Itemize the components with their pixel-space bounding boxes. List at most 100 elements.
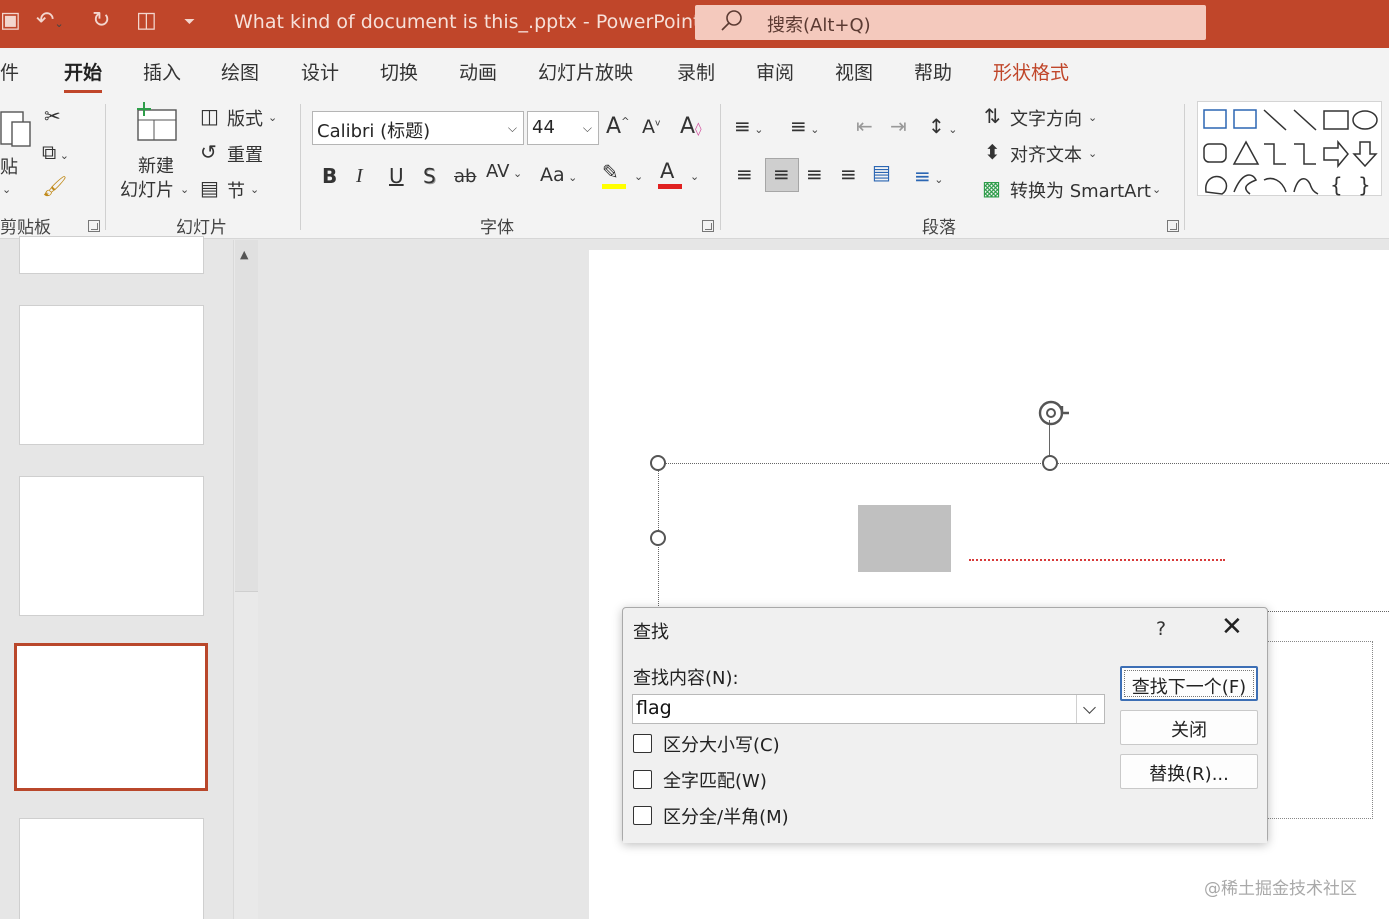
close-icon[interactable]: ✕ — [1221, 614, 1243, 640]
tab-shape-format[interactable]: 形状格式 — [993, 58, 1069, 85]
font-size-select[interactable]: 44 ⌵ — [527, 111, 599, 145]
smartart-button[interactable]: 转换为 SmartArt — [1010, 177, 1151, 203]
tab-design[interactable]: 设计 — [301, 58, 339, 85]
resize-handle[interactable] — [1042, 455, 1058, 471]
thumbnail-scrollbar[interactable]: ▲ — [233, 240, 258, 919]
slide-thumbnail[interactable] — [19, 305, 204, 445]
clear-formatting-icon[interactable]: A◊ — [680, 116, 702, 138]
replace-button[interactable]: 替换(R)... — [1120, 754, 1258, 789]
numbering-icon[interactable]: ≡ ⌄ — [790, 116, 819, 136]
cut-icon[interactable]: ✂ — [44, 106, 61, 126]
find-what-input[interactable]: flag — [632, 694, 1105, 724]
line-spacing-icon[interactable]: ↕ ⌄ — [928, 116, 957, 136]
match-case-label[interactable]: 区分大小写(C) — [663, 731, 780, 757]
slide-thumbnail[interactable] — [19, 236, 204, 274]
font-color-dropdown-icon[interactable]: ⌄ — [690, 171, 699, 182]
character-spacing-icon[interactable]: AV ⌄ — [486, 163, 522, 181]
strikethrough-icon[interactable]: ab — [454, 168, 476, 186]
whole-word-label[interactable]: 全字匹配(W) — [663, 767, 767, 793]
tab-file[interactable]: 件 — [0, 58, 19, 85]
tab-slideshow[interactable]: 幻灯片放映 — [538, 58, 633, 85]
highlight-dropdown-icon[interactable]: ⌄ — [634, 171, 643, 182]
paste-label[interactable]: 贴 — [0, 153, 18, 179]
image-placeholder[interactable] — [858, 505, 951, 572]
tab-draw[interactable]: 绘图 — [221, 58, 259, 85]
font-launcher-icon[interactable] — [702, 220, 714, 232]
distributed-icon[interactable]: ▤ — [872, 162, 891, 182]
align-right-icon[interactable]: ≡ — [806, 164, 823, 184]
smartart-dropdown-icon[interactable]: ⌄ — [1152, 183, 1161, 196]
section-icon[interactable]: ▤ — [200, 178, 219, 198]
slide-thumbnail-selected[interactable] — [14, 643, 208, 791]
font-color-icon[interactable]: A — [660, 161, 674, 182]
match-case-checkbox[interactable] — [633, 734, 652, 753]
paste-icon[interactable] — [0, 106, 32, 148]
save-icon[interactable]: ▣ — [0, 8, 21, 33]
highlight-icon[interactable]: ✎ — [602, 162, 619, 182]
redo-icon[interactable]: ↻ — [92, 8, 110, 33]
layout-dropdown-icon[interactable]: ⌄ — [268, 111, 277, 124]
text-direction-icon[interactable]: ⇅ — [984, 106, 1001, 126]
section-dropdown-icon[interactable]: ⌄ — [250, 183, 259, 196]
align-left-icon[interactable]: ≡ — [736, 164, 753, 184]
text-direction-button[interactable]: 文字方向 — [1010, 105, 1082, 131]
columns-icon[interactable]: ≡ ⌄ — [914, 166, 943, 186]
new-slide-icon[interactable] — [132, 102, 180, 144]
shapes-gallery[interactable]: { } — [1197, 101, 1389, 197]
layout-icon[interactable]: ◫ — [200, 106, 219, 126]
whole-word-checkbox[interactable] — [633, 770, 652, 789]
reset-icon[interactable]: ↺ — [200, 142, 217, 162]
title-placeholder-selection[interactable] — [658, 463, 1389, 612]
match-width-label[interactable]: 区分全/半角(M) — [663, 803, 789, 829]
tab-view[interactable]: 视图 — [835, 58, 873, 85]
resize-handle[interactable] — [650, 530, 666, 546]
shapes-gallery-scroll[interactable] — [1381, 101, 1389, 196]
search-box[interactable]: 搜索(Alt+Q) — [695, 5, 1206, 40]
smartart-icon[interactable]: ▩ — [982, 178, 1001, 198]
shrink-font-icon[interactable]: Av — [642, 118, 660, 137]
new-slide-dropdown-icon[interactable]: ⌄ — [180, 183, 189, 196]
scroll-up-icon[interactable]: ▲ — [240, 248, 248, 261]
tab-record[interactable]: 录制 — [677, 58, 715, 85]
align-text-dropdown-icon[interactable]: ⌄ — [1088, 147, 1097, 160]
underline-icon[interactable]: U — [389, 166, 404, 186]
paste-dropdown-icon[interactable]: ⌄ — [2, 183, 11, 196]
bullets-icon[interactable]: ≡ ⌄ — [734, 116, 763, 136]
scrollbar-track-upper[interactable] — [235, 240, 258, 592]
tab-review[interactable]: 审阅 — [756, 58, 794, 85]
slide-thumbnail[interactable] — [19, 476, 204, 616]
layout-button[interactable]: 版式 — [227, 105, 263, 131]
italic-icon[interactable]: I — [356, 166, 363, 186]
copy-icon[interactable]: ⧉ ⌄ — [42, 142, 69, 162]
align-text-icon[interactable]: ⬍ — [984, 142, 1001, 162]
font-name-select[interactable]: Calibri (标题) ⌵ — [312, 111, 524, 145]
tab-animations[interactable]: 动画 — [459, 58, 497, 85]
present-icon[interactable]: ◫ — [136, 8, 157, 33]
align-text-button[interactable]: 对齐文本 — [1010, 141, 1082, 167]
content-placeholder[interactable] — [1262, 641, 1373, 819]
tab-transitions[interactable]: 切换 — [380, 58, 418, 85]
new-slide-label-1[interactable]: 新建 — [138, 152, 174, 178]
decrease-indent-icon[interactable]: ⇤ — [856, 116, 873, 136]
increase-indent-icon[interactable]: ⇥ — [890, 116, 907, 136]
tab-home[interactable]: 开始 — [64, 58, 103, 93]
justify-icon[interactable]: ≡ — [840, 164, 857, 184]
section-button[interactable]: 节 — [227, 177, 245, 203]
help-button[interactable]: ? — [1156, 618, 1166, 640]
bold-icon[interactable]: B — [322, 166, 337, 186]
align-center-active[interactable]: ≡ — [765, 158, 799, 192]
close-button[interactable]: 关闭 — [1120, 710, 1258, 745]
change-case-icon[interactable]: Aa ⌄ — [540, 166, 577, 185]
find-next-button[interactable]: 查找下一个(F) — [1120, 666, 1258, 701]
paragraph-launcher-icon[interactable] — [1167, 220, 1179, 232]
rotate-handle-icon[interactable] — [1034, 396, 1074, 430]
resize-handle[interactable] — [650, 455, 666, 471]
tab-insert[interactable]: 插入 — [143, 58, 181, 85]
undo-icon[interactable]: ↶⌄ — [36, 8, 64, 33]
new-slide-label-2[interactable]: 幻灯片 — [120, 176, 174, 202]
grow-font-icon[interactable]: A^ — [606, 116, 629, 138]
clipboard-launcher-icon[interactable] — [88, 220, 100, 232]
text-direction-dropdown-icon[interactable]: ⌄ — [1088, 111, 1097, 124]
text-shadow-icon[interactable]: S — [423, 166, 436, 186]
chevron-down-icon[interactable] — [1076, 695, 1104, 723]
